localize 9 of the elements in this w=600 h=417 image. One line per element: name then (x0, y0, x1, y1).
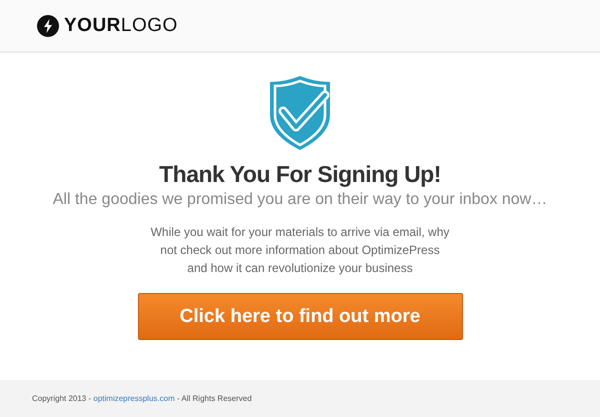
body-text: While you wait for your materials to arrive via email, why not check out more information about OptimizePress and how it can revolutionize your business (150, 224, 450, 277)
page-title: Thank You For Signing Up! (159, 161, 441, 188)
subtitle: All the goodies we promised you are on their way to your inbox now… (52, 191, 548, 209)
bolt-icon (37, 14, 59, 36)
footer-link[interactable]: optimizepressplus.com (93, 394, 175, 403)
copyright-text: Copyright 2013 - optimizepressplus.com - All Rights Reserved (32, 394, 252, 403)
logo-text: YOURLOGO (64, 14, 178, 36)
shield-check-icon (267, 75, 333, 151)
cta-button[interactable]: Click here to find out more (138, 293, 462, 340)
